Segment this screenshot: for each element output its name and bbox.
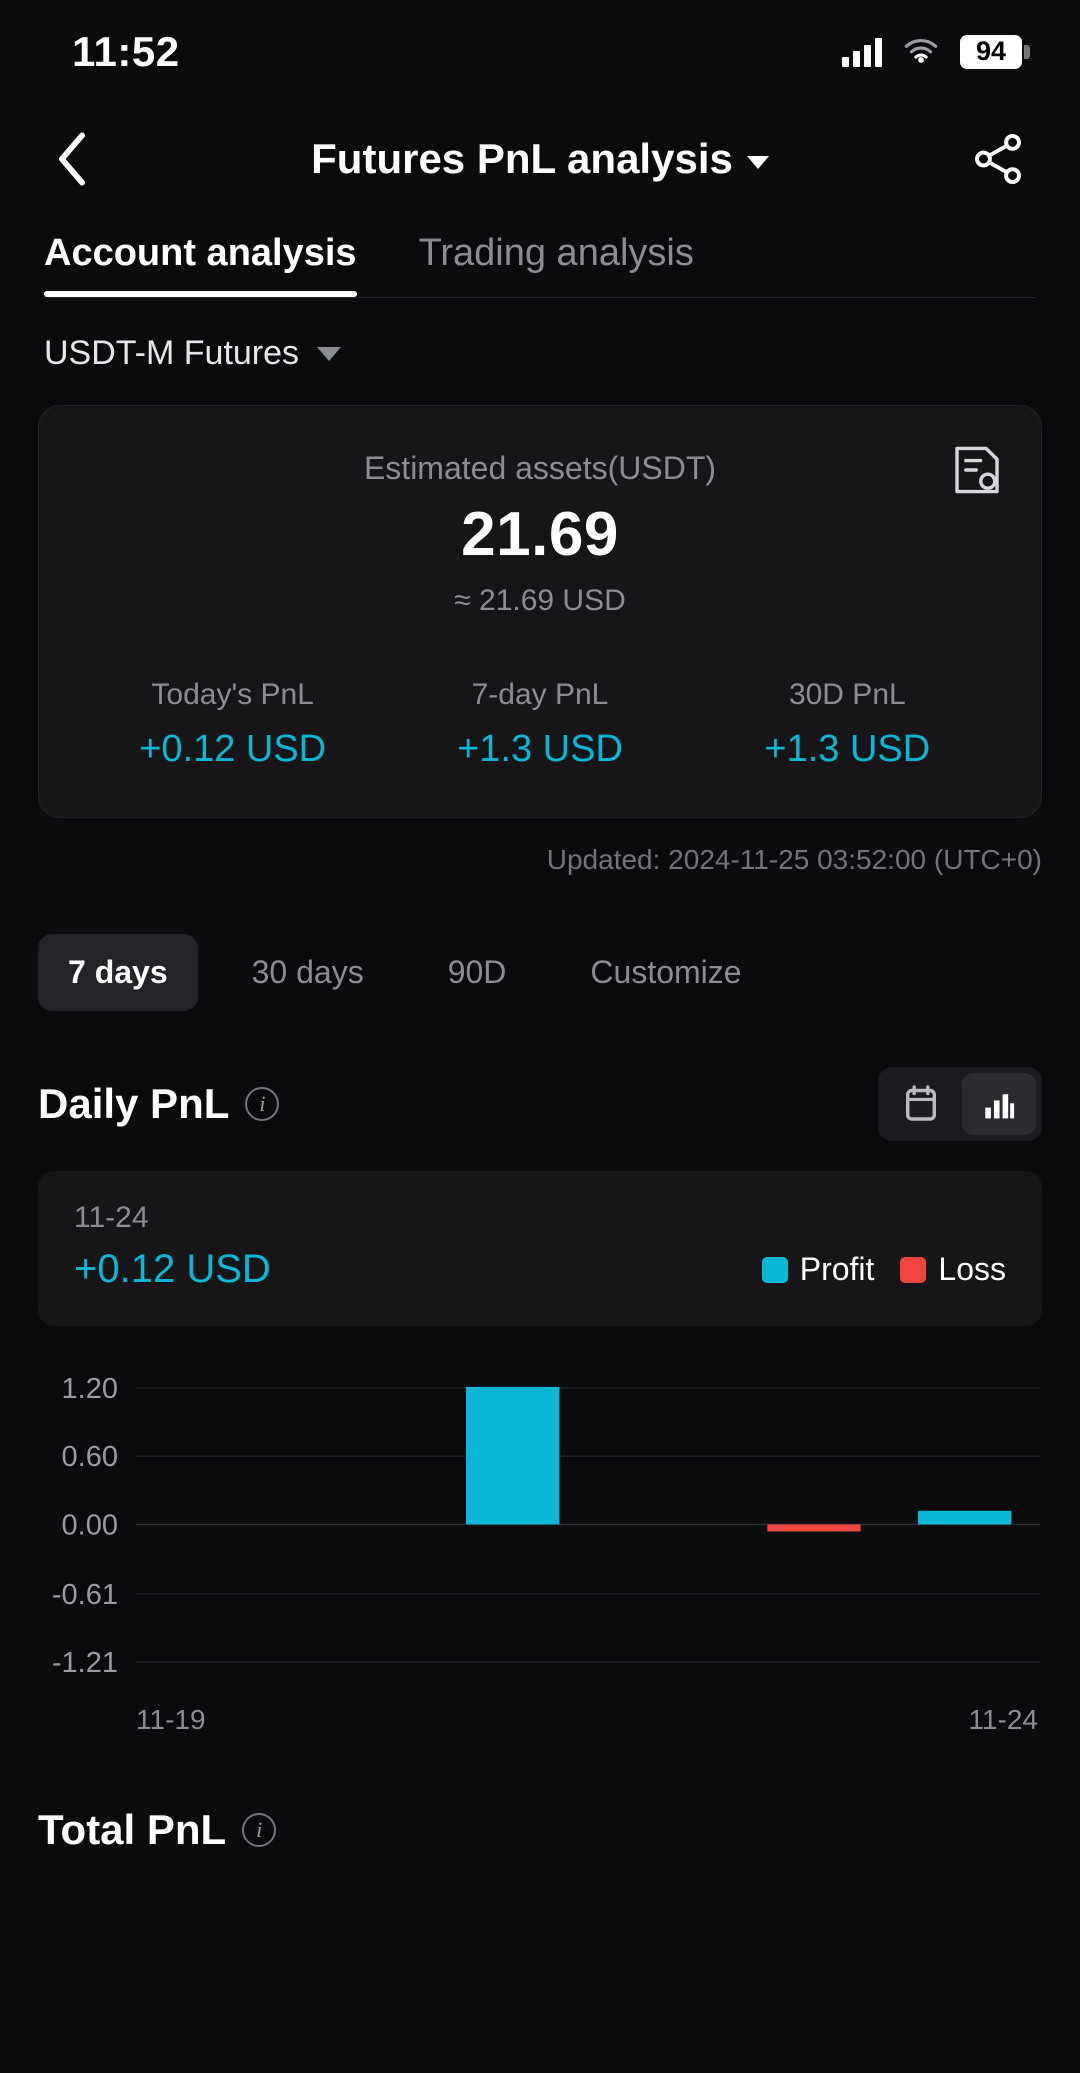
daily-pnl-title: Daily PnL xyxy=(38,1080,230,1127)
svg-text:0.00: 0.00 xyxy=(62,1509,118,1541)
pnl-stat-label: 30D PnL xyxy=(788,678,906,711)
status-time: 11:52 xyxy=(72,28,180,75)
chart-bar[interactable] xyxy=(465,1386,560,1525)
navigation-bar: Futures PnL analysis xyxy=(0,104,1080,214)
summary-text-group: 11-24 +0.12 USD xyxy=(74,1201,271,1292)
legend-item-profit: Profit xyxy=(761,1251,875,1288)
chart-view-toggle xyxy=(878,1067,1042,1141)
analysis-tabs: Account analysis Trading analysis xyxy=(0,214,1080,297)
pnl-stat-value: +0.12 USD xyxy=(139,728,327,770)
pnl-stat-7day: 7-day PnL +1.3 USD xyxy=(386,678,693,771)
daily-pnl-chart[interactable]: 1.20 0.60 0.00 -0.61 -1.21 xyxy=(0,1360,1080,1690)
calendar-view-button[interactable] xyxy=(884,1073,958,1135)
chart-y-axis-labels: 1.20 0.60 0.00 -0.61 -1.21 xyxy=(52,1373,118,1679)
period-filter-group: 7 days 30 days 90D Customize xyxy=(0,876,1080,1011)
bar-chart-view-button[interactable] xyxy=(962,1073,1036,1135)
legend-label-profit: Profit xyxy=(799,1251,875,1287)
legend-swatch-profit xyxy=(761,1256,788,1283)
bar-chart-icon xyxy=(985,1094,1015,1119)
back-button[interactable] xyxy=(44,131,100,187)
status-bar: 11:52 94 xyxy=(0,0,1080,104)
legend-swatch-loss xyxy=(900,1256,927,1283)
total-pnl-header: Total PnL i xyxy=(0,1736,1080,1854)
share-icon xyxy=(975,133,1021,185)
total-pnl-title: Total PnL xyxy=(38,1806,227,1853)
chart-legend: Profit Loss xyxy=(761,1251,1006,1292)
pnl-summary-row: Today's PnL +0.12 USD 7-day PnL +1.3 USD… xyxy=(79,678,1001,771)
battery-indicator: 94 xyxy=(960,34,1022,70)
document-list-icon xyxy=(955,446,999,494)
period-chip-customize[interactable]: Customize xyxy=(560,934,771,1011)
caret-down-icon[interactable] xyxy=(746,155,769,169)
asset-records-button[interactable] xyxy=(949,442,1005,498)
calendar-icon xyxy=(905,1085,937,1121)
daily-pnl-header: Daily PnL i xyxy=(0,1011,1080,1141)
legend-item-loss: Loss xyxy=(900,1251,1006,1288)
pnl-stat-label: Today's PnL xyxy=(151,678,314,711)
period-chip-7days[interactable]: 7 days xyxy=(38,934,198,1011)
daily-pnl-summary: 11-24 +0.12 USD Profit Loss xyxy=(38,1171,1042,1326)
period-chip-30days[interactable]: 30 days xyxy=(222,934,394,1011)
info-circle-icon[interactable]: i xyxy=(242,1813,277,1847)
svg-text:-1.21: -1.21 xyxy=(52,1647,118,1679)
wifi-icon xyxy=(904,39,938,63)
tab-trading-analysis[interactable]: Trading analysis xyxy=(419,232,694,297)
pnl-stat-today: Today's PnL +0.12 USD xyxy=(79,678,386,771)
chart-x-axis-labels: 11-19 11-24 xyxy=(0,1690,1080,1736)
estimated-assets-label: Estimated assets(USDT) xyxy=(363,450,717,486)
pnl-stat-30day: 30D PnL +1.3 USD xyxy=(694,678,1001,771)
pnl-stat-value: +1.3 USD xyxy=(457,728,623,770)
pnl-stat-value: +1.3 USD xyxy=(764,728,931,770)
caret-down-icon xyxy=(317,346,342,361)
updated-timestamp: Updated: 2024-11-25 03:52:00 (UTC+0) xyxy=(546,844,1042,875)
cellular-signal-icon xyxy=(842,37,882,67)
x-axis-label-start: 11-19 xyxy=(136,1704,206,1735)
x-axis-label-end: 11-24 xyxy=(968,1704,1038,1735)
pnl-stat-label: 7-day PnL xyxy=(471,678,609,711)
page-title-group: Futures PnL analysis xyxy=(0,135,1080,183)
estimated-assets-usd: ≈ 21.69 USD xyxy=(454,584,626,617)
share-button[interactable] xyxy=(968,129,1028,189)
market-selector-label: USDT-M Futures xyxy=(44,334,300,372)
tab-account-analysis[interactable]: Account analysis xyxy=(44,232,357,297)
svg-text:-0.61: -0.61 xyxy=(52,1579,118,1611)
legend-label-loss: Loss xyxy=(938,1251,1006,1287)
estimated-assets-card: Estimated assets(USDT) 21.69 ≈ 21.69 USD… xyxy=(38,405,1042,818)
period-chip-90d[interactable]: 90D xyxy=(418,934,537,1011)
status-indicators: 94 xyxy=(842,34,1022,70)
summary-date: 11-24 xyxy=(74,1201,149,1234)
chart-gridlines xyxy=(136,1387,1040,1663)
daily-pnl-chart-svg: 1.20 0.60 0.00 -0.61 -1.21 xyxy=(52,1373,1040,1679)
svg-text:1.20: 1.20 xyxy=(62,1373,118,1405)
market-selector[interactable]: USDT-M Futures xyxy=(0,298,1080,373)
chart-bar[interactable] xyxy=(767,1524,861,1532)
chart-bars xyxy=(465,1386,1012,1532)
chevron-left-icon xyxy=(59,132,85,186)
page-title: Futures PnL analysis xyxy=(311,135,733,182)
estimated-assets-value: 21.69 xyxy=(461,500,619,569)
summary-value: +0.12 USD xyxy=(74,1247,271,1291)
info-circle-icon[interactable]: i xyxy=(245,1087,280,1121)
svg-text:0.60: 0.60 xyxy=(62,1441,118,1473)
chart-bar[interactable] xyxy=(917,1510,1012,1525)
